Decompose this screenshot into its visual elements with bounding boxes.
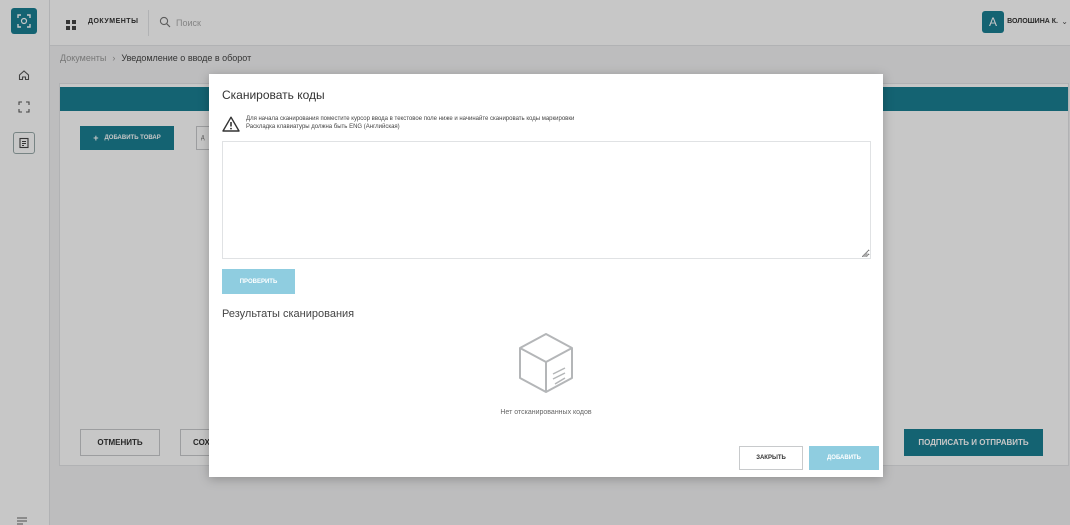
close-button[interactable]: закрыть [739, 446, 803, 470]
warning-line-2: Раскладка клавиатуры должна быть ENG (Ан… [246, 124, 400, 130]
warning-text: Для начала сканирования поместите курсор… [246, 115, 574, 131]
check-button[interactable]: проверить [222, 269, 295, 294]
modal-title: Сканировать коды [222, 88, 325, 102]
scan-codes-textarea[interactable] [222, 141, 871, 259]
scan-codes-modal: Сканировать коды Для начала сканирования… [209, 74, 883, 477]
empty-state-text: Нет отсканированных кодов [500, 409, 592, 416]
warning-icon [222, 116, 240, 137]
resize-grip-icon[interactable]: ◢ [862, 250, 867, 258]
results-title: Результаты сканирования [222, 308, 355, 320]
warning-line-1: Для начала сканирования поместите курсор… [246, 116, 575, 122]
add-button[interactable]: добавить [809, 446, 879, 470]
empty-box-icon [515, 330, 577, 401]
